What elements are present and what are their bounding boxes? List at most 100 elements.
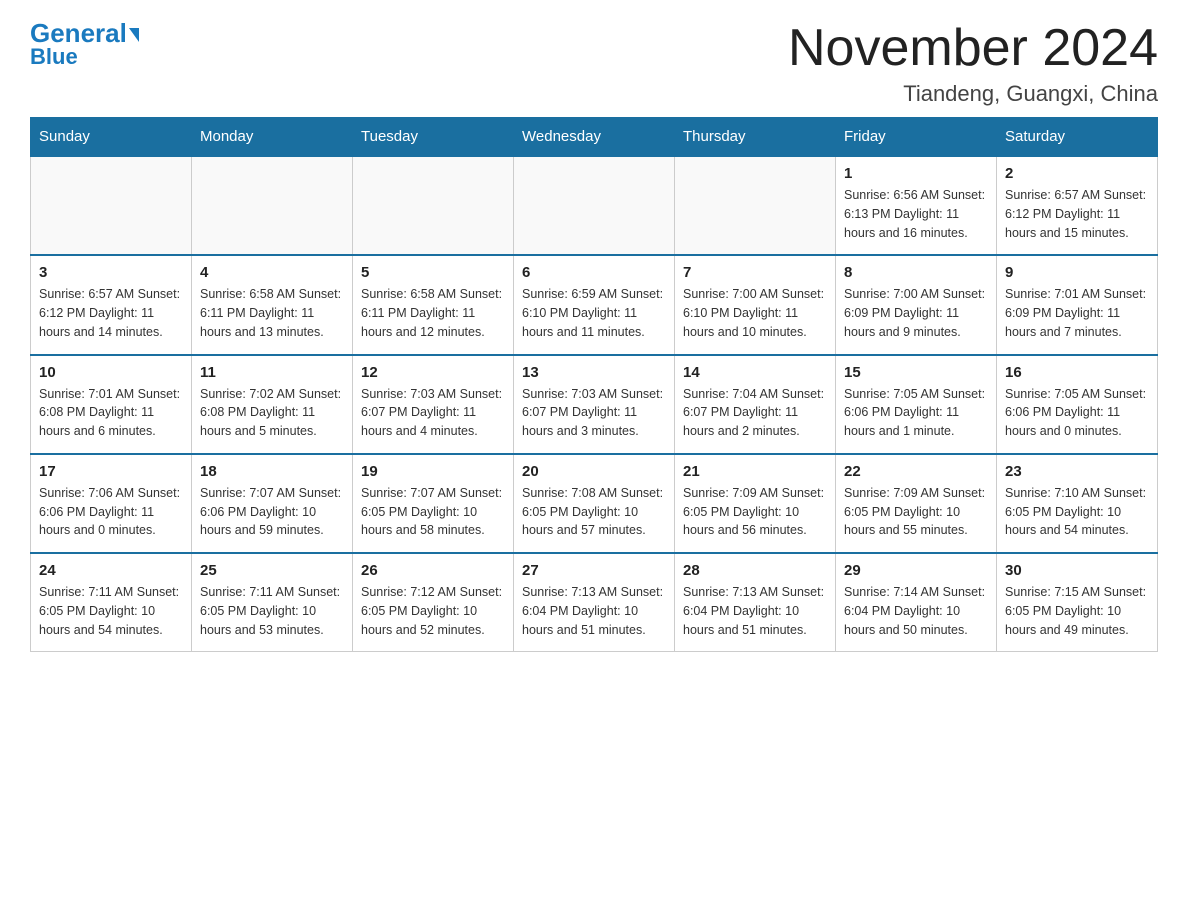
calendar-table: SundayMondayTuesdayWednesdayThursdayFrid… [30, 117, 1158, 652]
day-number: 19 [361, 463, 505, 480]
day-number: 20 [522, 463, 666, 480]
day-info: Sunrise: 7:08 AM Sunset: 6:05 PM Dayligh… [522, 484, 666, 540]
page-header: General Blue November 2024 Tiandeng, Gua… [30, 20, 1158, 107]
calendar-cell: 3 Sunrise: 6:57 AM Sunset: 6:12 PM Daylig… [31, 255, 192, 354]
day-info: Sunrise: 6:58 AM Sunset: 6:11 PM Dayligh… [200, 285, 344, 341]
day-info: Sunrise: 7:00 AM Sunset: 6:10 PM Dayligh… [683, 285, 827, 341]
calendar-week-2: 3 Sunrise: 6:57 AM Sunset: 6:12 PM Daylig… [31, 255, 1158, 354]
calendar-cell: 26 Sunrise: 7:12 AM Sunset: 6:05 PM Dayli… [353, 553, 514, 652]
day-number: 10 [39, 364, 183, 381]
calendar-cell: 1 Sunrise: 6:56 AM Sunset: 6:13 PM Daylig… [836, 156, 997, 255]
calendar-cell: 30 Sunrise: 7:15 AM Sunset: 6:05 PM Dayli… [997, 553, 1158, 652]
day-number: 16 [1005, 364, 1149, 381]
day-info: Sunrise: 7:04 AM Sunset: 6:07 PM Dayligh… [683, 385, 827, 441]
weekday-header-row: SundayMondayTuesdayWednesdayThursdayFrid… [31, 118, 1158, 157]
day-number: 3 [39, 264, 183, 281]
calendar-cell: 27Sunrise: 7:13 AM Sunset: 6:04 PM Dayli… [514, 553, 675, 652]
day-info: Sunrise: 7:05 AM Sunset: 6:06 PM Dayligh… [844, 385, 988, 441]
day-number: 30 [1005, 562, 1149, 579]
calendar-cell [675, 156, 836, 255]
day-number: 5 [361, 264, 505, 281]
calendar-cell: 14 Sunrise: 7:04 AM Sunset: 6:07 PM Dayli… [675, 355, 836, 454]
logo-text: General [30, 20, 139, 46]
day-info: Sunrise: 7:14 AM Sunset: 6:04 PM Dayligh… [844, 583, 988, 639]
day-info: Sunrise: 7:11 AM Sunset: 6:05 PM Dayligh… [39, 583, 183, 639]
calendar-cell: 9 Sunrise: 7:01 AM Sunset: 6:09 PM Daylig… [997, 255, 1158, 354]
day-number: 27 [522, 562, 666, 579]
month-year-title: November 2024 [788, 20, 1158, 77]
day-info: Sunrise: 7:01 AM Sunset: 6:09 PM Dayligh… [1005, 285, 1149, 341]
day-number: 18 [200, 463, 344, 480]
logo: General Blue [30, 20, 139, 70]
day-info: Sunrise: 6:57 AM Sunset: 6:12 PM Dayligh… [39, 285, 183, 341]
calendar-cell: 19 Sunrise: 7:07 AM Sunset: 6:05 PM Dayli… [353, 454, 514, 553]
calendar-week-5: 24 Sunrise: 7:11 AM Sunset: 6:05 PM Dayli… [31, 553, 1158, 652]
day-number: 4 [200, 264, 344, 281]
day-info: Sunrise: 7:09 AM Sunset: 6:05 PM Dayligh… [683, 484, 827, 540]
calendar-cell: 12 Sunrise: 7:03 AM Sunset: 6:07 PM Dayli… [353, 355, 514, 454]
calendar-cell [353, 156, 514, 255]
day-info: Sunrise: 7:12 AM Sunset: 6:05 PM Dayligh… [361, 583, 505, 639]
calendar-cell: 22Sunrise: 7:09 AM Sunset: 6:05 PM Dayli… [836, 454, 997, 553]
day-number: 13 [522, 364, 666, 381]
day-info: Sunrise: 7:15 AM Sunset: 6:05 PM Dayligh… [1005, 583, 1149, 639]
day-number: 1 [844, 165, 988, 182]
logo-blue-text: Blue [30, 44, 78, 70]
day-info: Sunrise: 7:02 AM Sunset: 6:08 PM Dayligh… [200, 385, 344, 441]
day-number: 7 [683, 264, 827, 281]
calendar-cell: 6Sunrise: 6:59 AM Sunset: 6:10 PM Daylig… [514, 255, 675, 354]
location-text: Tiandeng, Guangxi, China [788, 81, 1158, 107]
day-number: 26 [361, 562, 505, 579]
calendar-cell: 7 Sunrise: 7:00 AM Sunset: 6:10 PM Daylig… [675, 255, 836, 354]
day-number: 29 [844, 562, 988, 579]
day-number: 2 [1005, 165, 1149, 182]
day-info: Sunrise: 7:07 AM Sunset: 6:05 PM Dayligh… [361, 484, 505, 540]
day-info: Sunrise: 7:13 AM Sunset: 6:04 PM Dayligh… [683, 583, 827, 639]
day-info: Sunrise: 7:07 AM Sunset: 6:06 PM Dayligh… [200, 484, 344, 540]
calendar-cell: 16 Sunrise: 7:05 AM Sunset: 6:06 PM Dayli… [997, 355, 1158, 454]
calendar-cell: 4 Sunrise: 6:58 AM Sunset: 6:11 PM Daylig… [192, 255, 353, 354]
calendar-cell: 5 Sunrise: 6:58 AM Sunset: 6:11 PM Daylig… [353, 255, 514, 354]
day-number: 14 [683, 364, 827, 381]
day-number: 23 [1005, 463, 1149, 480]
day-info: Sunrise: 7:06 AM Sunset: 6:06 PM Dayligh… [39, 484, 183, 540]
day-info: Sunrise: 7:10 AM Sunset: 6:05 PM Dayligh… [1005, 484, 1149, 540]
day-number: 24 [39, 562, 183, 579]
day-info: Sunrise: 6:57 AM Sunset: 6:12 PM Dayligh… [1005, 186, 1149, 242]
day-number: 15 [844, 364, 988, 381]
calendar-cell: 11 Sunrise: 7:02 AM Sunset: 6:08 PM Dayli… [192, 355, 353, 454]
day-info: Sunrise: 7:03 AM Sunset: 6:07 PM Dayligh… [361, 385, 505, 441]
day-number: 25 [200, 562, 344, 579]
logo-arrow-icon [129, 28, 139, 42]
calendar-cell: 10 Sunrise: 7:01 AM Sunset: 6:08 PM Dayli… [31, 355, 192, 454]
day-info: Sunrise: 7:01 AM Sunset: 6:08 PM Dayligh… [39, 385, 183, 441]
calendar-cell: 21 Sunrise: 7:09 AM Sunset: 6:05 PM Dayli… [675, 454, 836, 553]
title-block: November 2024 Tiandeng, Guangxi, China [788, 20, 1158, 107]
day-info: Sunrise: 7:09 AM Sunset: 6:05 PM Dayligh… [844, 484, 988, 540]
weekday-header-tuesday: Tuesday [353, 118, 514, 157]
calendar-cell: 20 Sunrise: 7:08 AM Sunset: 6:05 PM Dayli… [514, 454, 675, 553]
day-number: 11 [200, 364, 344, 381]
calendar-week-1: 1 Sunrise: 6:56 AM Sunset: 6:13 PM Daylig… [31, 156, 1158, 255]
weekday-header-wednesday: Wednesday [514, 118, 675, 157]
day-info: Sunrise: 6:56 AM Sunset: 6:13 PM Dayligh… [844, 186, 988, 242]
weekday-header-monday: Monday [192, 118, 353, 157]
calendar-cell: 15 Sunrise: 7:05 AM Sunset: 6:06 PM Dayli… [836, 355, 997, 454]
day-info: Sunrise: 7:03 AM Sunset: 6:07 PM Dayligh… [522, 385, 666, 441]
calendar-cell: 23 Sunrise: 7:10 AM Sunset: 6:05 PM Dayli… [997, 454, 1158, 553]
calendar-week-3: 10 Sunrise: 7:01 AM Sunset: 6:08 PM Dayli… [31, 355, 1158, 454]
calendar-week-4: 17Sunrise: 7:06 AM Sunset: 6:06 PM Dayli… [31, 454, 1158, 553]
calendar-cell: 8Sunrise: 7:00 AM Sunset: 6:09 PM Daylig… [836, 255, 997, 354]
calendar-cell [514, 156, 675, 255]
day-number: 12 [361, 364, 505, 381]
day-number: 9 [1005, 264, 1149, 281]
weekday-header-friday: Friday [836, 118, 997, 157]
day-number: 21 [683, 463, 827, 480]
day-info: Sunrise: 6:59 AM Sunset: 6:10 PM Dayligh… [522, 285, 666, 341]
calendar-cell: 2 Sunrise: 6:57 AM Sunset: 6:12 PM Daylig… [997, 156, 1158, 255]
day-number: 28 [683, 562, 827, 579]
day-info: Sunrise: 6:58 AM Sunset: 6:11 PM Dayligh… [361, 285, 505, 341]
calendar-cell: 17Sunrise: 7:06 AM Sunset: 6:06 PM Dayli… [31, 454, 192, 553]
day-info: Sunrise: 7:05 AM Sunset: 6:06 PM Dayligh… [1005, 385, 1149, 441]
day-info: Sunrise: 7:11 AM Sunset: 6:05 PM Dayligh… [200, 583, 344, 639]
